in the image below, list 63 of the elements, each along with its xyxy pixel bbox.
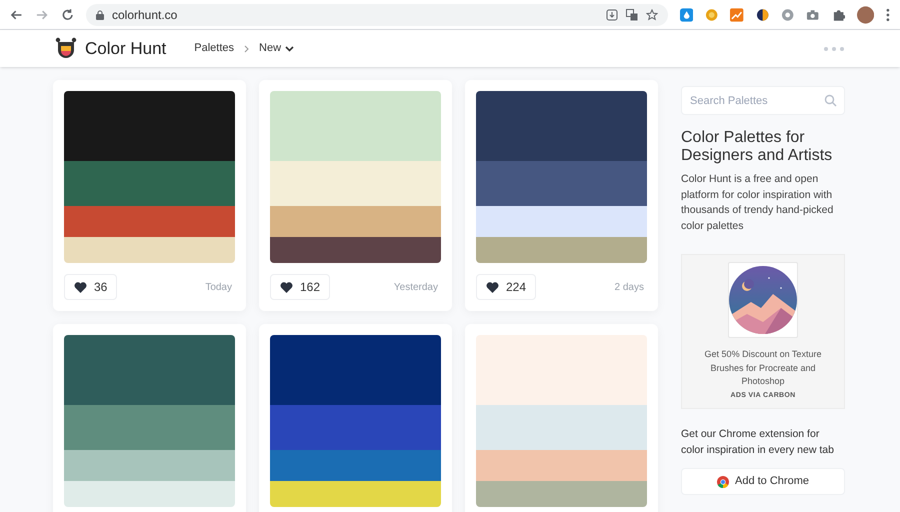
chevron-down-icon <box>285 46 294 52</box>
heart-icon <box>280 282 293 292</box>
color-swatch[interactable] <box>270 161 441 206</box>
date-text: Today <box>205 280 233 294</box>
url-text: colorhunt.co <box>112 6 178 24</box>
ad-text[interactable]: Get 50% Discount on Texture Brushes for Procreate and Photoshop <box>682 348 844 388</box>
add-to-chrome-button[interactable]: Add to Chrome <box>681 468 845 495</box>
new-dropdown[interactable]: New <box>259 40 294 57</box>
extension-text: Get our Chrome extension for color inspiration in every new tab <box>681 427 835 458</box>
color-swatch[interactable] <box>270 91 441 161</box>
color-swatch[interactable] <box>64 206 235 237</box>
color-swatch[interactable] <box>64 237 235 263</box>
color-swatch[interactable] <box>476 405 647 450</box>
color-swatch[interactable] <box>270 450 441 481</box>
date-text: 2 days <box>614 280 645 294</box>
lock-icon <box>96 10 104 20</box>
color-swatch[interactable] <box>270 405 441 450</box>
sidebar-description: Color Hunt is a free and open platform for color inspiration with thousands of trendy hand-picked color palettes <box>681 172 834 234</box>
color-swatch[interactable] <box>476 481 647 507</box>
color-swatch[interactable] <box>270 335 441 405</box>
color-swatch[interactable] <box>476 91 647 161</box>
color-swatch[interactable] <box>476 237 647 263</box>
ad-image-frame[interactable] <box>728 262 798 338</box>
color-swatch[interactable] <box>270 481 441 507</box>
search-field[interactable]: Search Palettes <box>681 86 845 115</box>
star-icon[interactable] <box>646 8 658 20</box>
logo-icon[interactable] <box>55 36 77 60</box>
reload-icon[interactable] <box>60 8 74 22</box>
like-button[interactable]: 224 <box>476 274 536 300</box>
color-swatch[interactable] <box>270 237 441 263</box>
color-swatch[interactable] <box>64 405 235 450</box>
like-button[interactable]: 36 <box>64 274 118 300</box>
date-text: Yesterday <box>394 280 439 294</box>
color-swatch[interactable] <box>64 450 235 481</box>
heart-icon <box>486 282 499 292</box>
translate-icon[interactable] <box>626 8 638 20</box>
avatar-icon[interactable] <box>857 6 874 24</box>
install-icon[interactable] <box>606 8 618 20</box>
color-swatch[interactable] <box>64 91 235 161</box>
menu-icon[interactable] <box>886 8 890 22</box>
color-swatch[interactable] <box>270 206 441 237</box>
puzzle-icon[interactable] <box>832 8 846 22</box>
nav-link[interactable]: Palettes <box>194 40 234 57</box>
color-swatch[interactable] <box>64 481 235 507</box>
color-swatch[interactable] <box>64 335 235 405</box>
back-icon[interactable] <box>10 8 24 22</box>
extension-icon[interactable] <box>756 8 770 22</box>
breadcrumb-chevron-icon <box>244 44 250 52</box>
camera-icon[interactable] <box>806 8 820 22</box>
sidebar-title: Color Palettes for Designers and Artists <box>681 129 834 165</box>
color-swatch[interactable] <box>476 450 647 481</box>
more-icon[interactable] <box>824 46 844 50</box>
color-swatch[interactable] <box>476 161 647 206</box>
address-bar[interactable]: colorhunt.co <box>86 4 668 26</box>
heart-icon <box>74 282 87 292</box>
chrome-logo-icon <box>717 476 729 488</box>
color-swatch[interactable] <box>476 335 647 405</box>
color-swatch[interactable] <box>476 206 647 237</box>
search-icon[interactable] <box>824 94 837 107</box>
forward-icon[interactable] <box>35 8 49 22</box>
site-logo-text[interactable]: Color Hunt <box>85 36 166 62</box>
color-swatch[interactable] <box>64 161 235 206</box>
like-button[interactable]: 162 <box>270 274 330 300</box>
